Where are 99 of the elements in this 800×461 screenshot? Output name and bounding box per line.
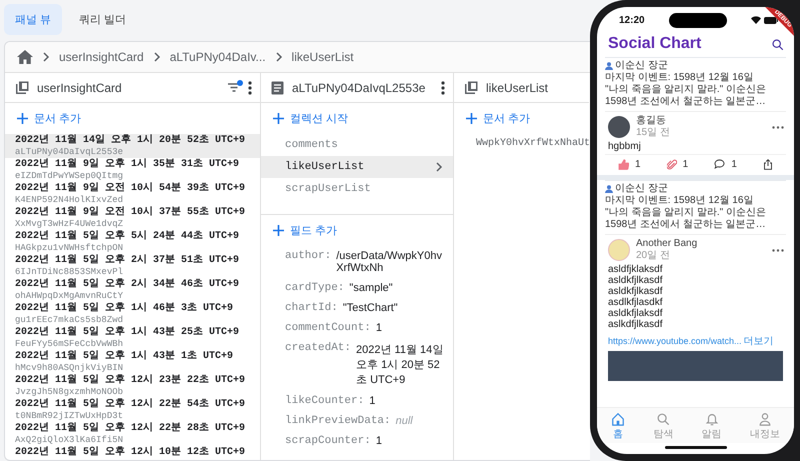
field-value: 1 bbox=[369, 395, 376, 407]
post-text: hgbbmj bbox=[607, 141, 642, 152]
document-row[interactable]: 2022년 11월 5일 오후 1시 43분 25초 UTC+9 FeuFYy56mSFeCcbVwWBh bbox=[5, 326, 260, 350]
collection-icon bbox=[464, 80, 478, 94]
chevron-icon bbox=[435, 162, 443, 172]
document-row[interactable]: 2022년 11월 5일 오후 12시 10분 12초 UTC+9 bbox=[5, 446, 260, 460]
document-row[interactable]: 2022년 11월 5일 오후 12시 23분 22초 UTC+9 JvzgJh5N8gxzmhMoNOOb bbox=[5, 374, 260, 398]
post-time: 20일 전 bbox=[636, 250, 671, 262]
field-key: likeCounter: bbox=[285, 395, 364, 407]
field-value: /userData/WwpkY0hvXrfWtxNh bbox=[336, 250, 443, 274]
last-event-text: 마지막 이벤트: 1598년 12월 16일 bbox=[605, 72, 754, 84]
comment-icon[interactable] bbox=[714, 159, 726, 169]
collection-row[interactable]: scrapUserList bbox=[261, 178, 453, 200]
document-row[interactable]: WwpkY0hvXrfWtxNhaUt bbox=[454, 134, 589, 149]
panel-title: likeUserList bbox=[486, 80, 550, 94]
more-icon[interactable] bbox=[248, 80, 252, 94]
person-icon bbox=[758, 412, 772, 426]
avatar bbox=[608, 239, 630, 261]
field-value: null bbox=[396, 415, 413, 427]
field-key: chartId: bbox=[285, 302, 338, 314]
field-value: "TestChart" bbox=[342, 302, 398, 314]
document-row[interactable]: 2022년 11월 9일 오후 1시 35분 31초 UTC+9 eIZDmTdPwYWSep0QItmg bbox=[5, 158, 260, 182]
add-field-button[interactable]: 필드 추가 bbox=[261, 215, 350, 246]
add-document-button[interactable]: 문서 추가 bbox=[454, 103, 542, 134]
field-key: author: bbox=[285, 250, 332, 274]
author-name: Another Bang bbox=[636, 238, 698, 250]
status-time: 12:20 bbox=[619, 14, 645, 26]
quote-text: "나의 죽음을 알리지 말라." 이순신은 1598년 조선에서 철군하는 일본군… bbox=[605, 84, 767, 108]
field-value: "sample" bbox=[349, 282, 393, 294]
post-time: 15일 전 bbox=[636, 127, 671, 139]
plus-icon bbox=[466, 113, 477, 124]
bell-icon bbox=[704, 412, 719, 426]
person-icon bbox=[605, 62, 613, 70]
field-key: createdAt: bbox=[285, 342, 352, 387]
tab[interactable]: 쿼리 빌더 bbox=[68, 4, 138, 35]
home-icon[interactable] bbox=[17, 50, 33, 64]
field-value: 2022년 11월 14일 오후 1시 20분 52초 UTC+9 bbox=[356, 343, 444, 387]
chevron-icon bbox=[42, 52, 50, 62]
document-row[interactable]: 2022년 11월 5일 오후 1시 43분 1초 UTC+9 hMcv9h80ASQnjkViyBIN bbox=[5, 350, 260, 374]
link[interactable]: https://www.youtube.com/watch... bbox=[608, 336, 742, 346]
search-icon bbox=[656, 412, 670, 426]
document-row[interactable]: 2022년 11월 9일 오전 10시 37분 55초 UTC+9 XxMvgT3wHzF4UWe1dvqZ bbox=[5, 206, 260, 230]
document-row[interactable]: 2022년 11월 5일 오후 1시 46분 3초 UTC+9 gu1rEEc7mkaCs5sb8Zwd bbox=[5, 302, 260, 326]
more-icon[interactable] bbox=[441, 80, 445, 94]
document-icon bbox=[271, 80, 284, 94]
field-key: scrapCounter: bbox=[285, 435, 371, 447]
document-row[interactable]: 2022년 11월 5일 오후 2시 34분 46초 UTC+9 ohAHWpqDxMgAmvnRuCtY bbox=[5, 278, 260, 302]
document-row[interactable]: 2022년 11월 5일 오후 2시 37분 51초 UTC+9 6IJnTDiNc8853SMxevPl bbox=[5, 254, 260, 278]
wifi-icon bbox=[750, 16, 761, 24]
breadcrumb-item[interactable]: userInsightCard bbox=[59, 50, 144, 64]
person-name: 이순신 장군 bbox=[615, 60, 668, 72]
panel-title: userInsightCard bbox=[37, 80, 123, 94]
thumb-up-icon[interactable] bbox=[618, 158, 630, 170]
filter-icon[interactable] bbox=[228, 83, 240, 92]
breadcrumb-item[interactable]: likeUserList bbox=[292, 50, 354, 64]
field-key: commentCount: bbox=[285, 322, 371, 334]
add-document-button[interactable]: 문서 추가 bbox=[5, 103, 94, 134]
collection-row[interactable]: likeUserList bbox=[261, 156, 453, 178]
paperclip-icon[interactable] bbox=[666, 158, 677, 170]
chevron-icon bbox=[152, 52, 161, 62]
start-collection-button[interactable]: 컬렉션 시작 bbox=[261, 103, 360, 134]
collection-icon bbox=[15, 80, 29, 94]
more-link[interactable]: 더보기 bbox=[744, 334, 774, 348]
home-icon bbox=[611, 412, 626, 426]
video-thumbnail[interactable] bbox=[608, 351, 783, 381]
more-icon[interactable] bbox=[772, 126, 784, 128]
plus-icon bbox=[273, 225, 284, 236]
plus-icon bbox=[17, 113, 28, 124]
field-value: 1 bbox=[376, 322, 382, 334]
field-key: linkPreviewData: bbox=[285, 415, 391, 427]
avatar bbox=[608, 116, 630, 138]
person-icon bbox=[605, 185, 613, 193]
like-count: 1 bbox=[635, 158, 641, 170]
document-row[interactable]: 2022년 11월 5일 오후 5시 24분 44초 UTC+9 HAGkpzu1vNWHsftchpON bbox=[5, 230, 260, 254]
document-row[interactable]: 2022년 11월 5일 오후 12시 22분 28초 UTC+9 AxQ2giQloX3lKa6Ifi5N bbox=[5, 422, 260, 446]
clip-count: 1 bbox=[682, 158, 688, 170]
field-key: cardType: bbox=[285, 282, 344, 294]
breadcrumb-item[interactable]: aLTuPNy04DaIv... bbox=[170, 50, 266, 64]
document-row[interactable]: 2022년 11월 9일 오전 10시 54분 39초 UTC+9 K4ENP592N4HolKIxvZed bbox=[5, 182, 260, 206]
app-title: Social Chart bbox=[608, 35, 702, 53]
quote-text: "나의 죽음을 알리지 말라." 이순신은 1598년 조선에서 철군하는 일본군… bbox=[605, 207, 767, 231]
nav-tab[interactable]: 홈 bbox=[607, 412, 630, 441]
collection-row[interactable]: comments bbox=[261, 134, 453, 156]
tab[interactable]: 패널 뷰 bbox=[4, 4, 62, 35]
more-icon[interactable] bbox=[772, 248, 784, 252]
person-name: 이순신 장군 bbox=[615, 183, 668, 195]
post-text: asldfjklaksdf asldkfjlkasdf asldkfjlkasdf asdlkfjlasdkf asldkfjlaksdf aslkdfjlkasdf bbox=[607, 264, 664, 330]
panel-title: aLTuPNy04DaIvqL2553e bbox=[292, 80, 426, 94]
field-value: 1 bbox=[376, 435, 382, 447]
document-row[interactable]: 2022년 11월 5일 오후 12시 22분 54초 UTC+9 t0NBmR92jIZTwUxHpD3t bbox=[5, 398, 260, 422]
document-row[interactable]: 2022년 11월 14일 오후 1시 20분 52초 UTC+9 aLTuPNy04DaIvqL2553e bbox=[5, 134, 260, 158]
search-icon[interactable] bbox=[771, 38, 784, 50]
last-event-text: 마지막 이벤트: 1598년 12월 16일 bbox=[605, 195, 754, 207]
dynamic-island bbox=[668, 12, 727, 28]
plus-icon bbox=[273, 113, 284, 124]
comment-count: 1 bbox=[731, 158, 737, 170]
author-name: 홍길동 bbox=[636, 115, 667, 127]
chevron-icon bbox=[274, 52, 283, 62]
share-icon[interactable] bbox=[762, 158, 773, 170]
